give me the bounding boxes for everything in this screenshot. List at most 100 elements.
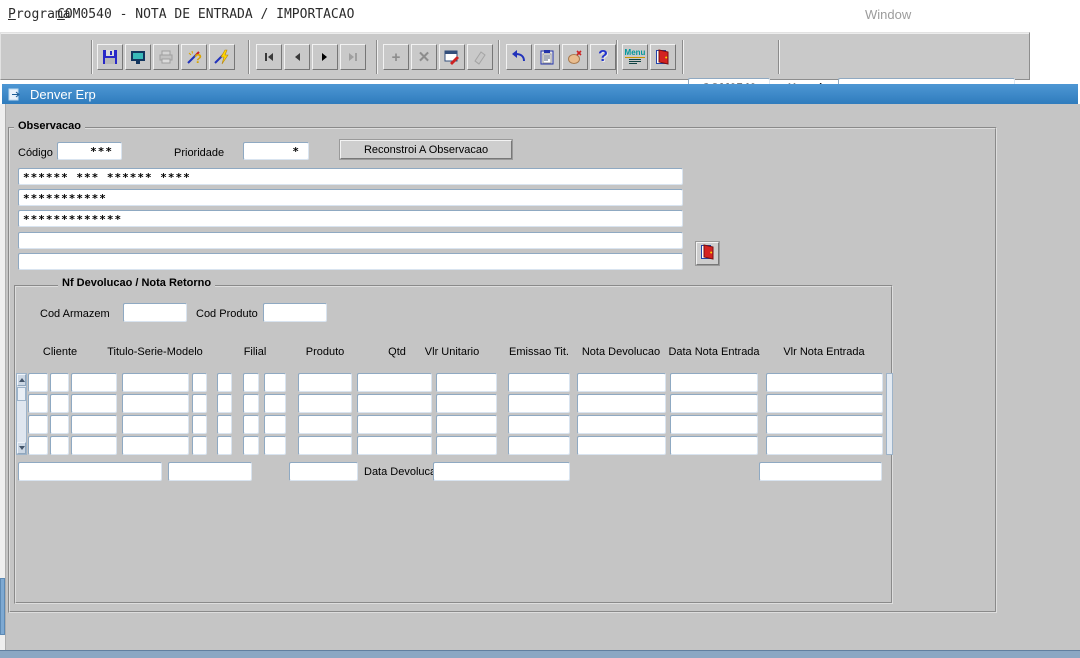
grid-cell-r1-c9[interactable] [298, 373, 352, 392]
clear-record-button[interactable] [467, 44, 493, 70]
grid-cell-r1-c10[interactable] [357, 373, 432, 392]
grid-cell-r2-c12[interactable] [508, 394, 570, 413]
grid-cell-r3-c6[interactable] [217, 415, 232, 434]
grid-cell-r4-c14[interactable] [670, 436, 758, 455]
observacao-line-1[interactable]: ****** *** ****** **** [18, 168, 683, 185]
grid-cell-r4-c11[interactable] [436, 436, 497, 455]
cod-armazem-input[interactable] [123, 303, 187, 322]
grid-cell-r4-c8[interactable] [264, 436, 286, 455]
codigo-input[interactable]: *** [57, 142, 122, 160]
grid-cell-r3-c9[interactable] [298, 415, 352, 434]
enter-query-button[interactable]: ? [181, 44, 207, 70]
grid-cell-r2-c4[interactable] [122, 394, 189, 413]
observacao-line-4[interactable] [18, 232, 683, 249]
grid-cell-r2-c9[interactable] [298, 394, 352, 413]
last-record-button[interactable] [340, 44, 366, 70]
grid-cell-r1-c11[interactable] [436, 373, 497, 392]
grid-right-scrollbar[interactable] [886, 373, 893, 455]
grid-cell-r4-c7[interactable] [243, 436, 259, 455]
screen-button[interactable] [125, 44, 151, 70]
next-record-button[interactable] [312, 44, 338, 70]
grid-cell-r2-c2[interactable] [50, 394, 69, 413]
grid-cell-r1-c8[interactable] [264, 373, 286, 392]
scroll-down-button[interactable] [17, 442, 26, 454]
grid-cell-r3-c3[interactable] [71, 415, 117, 434]
grid-cell-r2-c3[interactable] [71, 394, 117, 413]
grid-cell-r2-c10[interactable] [357, 394, 432, 413]
grid-cell-r1-c6[interactable] [217, 373, 232, 392]
scroll-up-button[interactable] [17, 374, 26, 386]
vlr-nota-entrada-total[interactable] [759, 462, 882, 481]
cod-produto-input[interactable] [263, 303, 327, 322]
grid-cell-r4-c10[interactable] [357, 436, 432, 455]
menu-button[interactable]: Menu [622, 44, 648, 70]
grid-cell-r1-c7[interactable] [243, 373, 259, 392]
grid-cell-r3-c4[interactable] [122, 415, 189, 434]
canvas-vertical-scrollbar[interactable] [0, 104, 6, 650]
grid-cell-r4-c4[interactable] [122, 436, 189, 455]
grid-cell-r2-c1[interactable] [28, 394, 48, 413]
menu-program-title[interactable]: COM0540 - NOTA DE ENTRADA / IMPORTACAO [57, 7, 354, 22]
grid-cell-r4-c3[interactable] [71, 436, 117, 455]
grid-cell-r3-c1[interactable] [28, 415, 48, 434]
grid-cell-r2-c14[interactable] [670, 394, 758, 413]
grid-cell-r3-c12[interactable] [508, 415, 570, 434]
grid-cell-r4-c1[interactable] [28, 436, 48, 455]
observacao-exit-button[interactable] [696, 242, 719, 265]
grid-cell-r1-c2[interactable] [50, 373, 69, 392]
grid-cell-r2-c5[interactable] [192, 394, 207, 413]
prioridade-input[interactable]: * [243, 142, 309, 160]
grid-cell-r3-c5[interactable] [192, 415, 207, 434]
observacao-line-3[interactable]: ************* [18, 210, 683, 227]
grid-cell-r3-c2[interactable] [50, 415, 69, 434]
grid-cell-r1-c5[interactable] [192, 373, 207, 392]
grid-cell-r3-c10[interactable] [357, 415, 432, 434]
grid-cell-r4-c6[interactable] [217, 436, 232, 455]
grid-cell-r4-c13[interactable] [577, 436, 666, 455]
grid-cell-r4-c12[interactable] [508, 436, 570, 455]
grid-cell-r1-c1[interactable] [28, 373, 48, 392]
scrollbar-thumb[interactable] [17, 387, 26, 401]
grid-cell-r1-c14[interactable] [670, 373, 758, 392]
grid-cell-r2-c6[interactable] [217, 394, 232, 413]
scrollbar-thumb[interactable] [0, 578, 5, 635]
footer-field-2[interactable] [168, 462, 252, 481]
data-devolucao-input[interactable] [433, 462, 570, 481]
grid-cell-r3-c14[interactable] [670, 415, 758, 434]
grid-cell-r3-c13[interactable] [577, 415, 666, 434]
undo-button[interactable] [506, 44, 532, 70]
grid-cell-r4-c15[interactable] [766, 436, 883, 455]
grid-cell-r3-c15[interactable] [766, 415, 883, 434]
footer-field-3[interactable] [289, 462, 358, 481]
save-button[interactable] [97, 44, 123, 70]
grid-cell-r2-c13[interactable] [577, 394, 666, 413]
grid-cell-r3-c11[interactable] [436, 415, 497, 434]
first-record-button[interactable] [256, 44, 282, 70]
grid-cell-r2-c7[interactable] [243, 394, 259, 413]
observacao-line-5[interactable] [18, 253, 683, 270]
grid-cell-r3-c8[interactable] [264, 415, 286, 434]
grid-cell-r4-c5[interactable] [192, 436, 207, 455]
grid-cell-r2-c8[interactable] [264, 394, 286, 413]
grid-cell-r2-c11[interactable] [436, 394, 497, 413]
grid-cell-r1-c13[interactable] [577, 373, 666, 392]
grid-cell-r1-c15[interactable] [766, 373, 883, 392]
observacao-line-2[interactable]: *********** [18, 189, 683, 206]
grid-cell-r3-c7[interactable] [243, 415, 259, 434]
commit-button[interactable] [562, 44, 588, 70]
execute-query-button[interactable] [209, 44, 235, 70]
grid-cell-r2-c15[interactable] [766, 394, 883, 413]
menu-window[interactable]: Window [865, 7, 911, 22]
grid-cell-r1-c3[interactable] [71, 373, 117, 392]
grid-cell-r4-c9[interactable] [298, 436, 352, 455]
print-button[interactable] [153, 44, 179, 70]
grid-cell-r1-c4[interactable] [122, 373, 189, 392]
grid-vertical-scrollbar[interactable] [16, 373, 27, 455]
clipboard-button[interactable] [534, 44, 560, 70]
exit-button[interactable] [650, 44, 676, 70]
reconstroi-observacao-button[interactable]: Reconstroi A Observacao [340, 140, 512, 159]
insert-record-button[interactable]: + [383, 44, 409, 70]
help-button[interactable]: ? [590, 44, 616, 70]
footer-field-1[interactable] [18, 462, 162, 481]
edit-button[interactable] [439, 44, 465, 70]
